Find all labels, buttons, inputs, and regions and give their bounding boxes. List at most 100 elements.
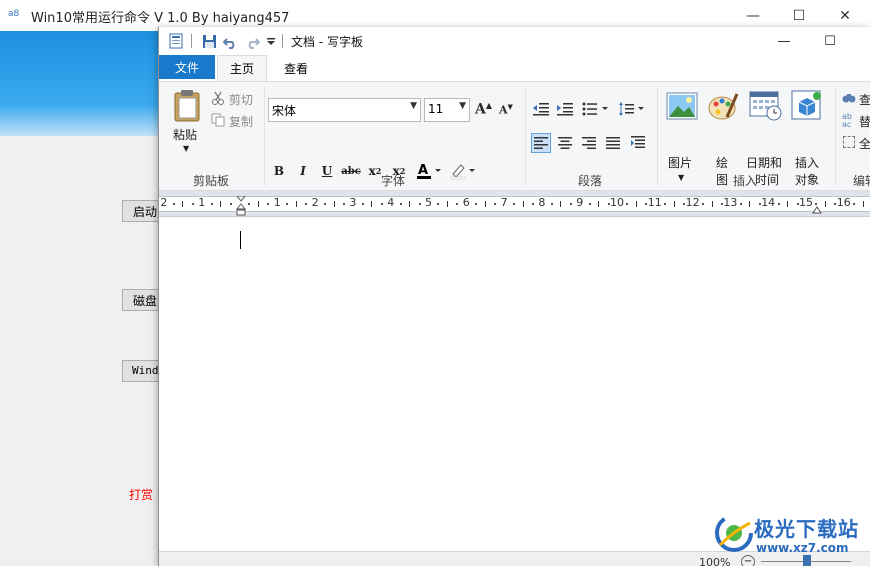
desktop-screen: a8 Win10常用运行命令 V 1.0 By haiyang457 — ☐ ✕… [0,0,870,566]
grow-font-icon[interactable]: A▲ [475,100,492,118]
paint-drawing-button[interactable]: 绘 图 [716,155,728,189]
ruler: 2 1 1 2 3 4 5 6 7 8 9 10 11 12 13 14 15 16 [159,191,870,217]
redo-icon[interactable] [243,32,261,50]
right-indent-marker[interactable] [812,203,822,217]
ruler-tick [739,203,742,205]
ruler-half-tick [446,201,448,207]
ruler-tick [456,203,459,205]
picture-icon[interactable] [666,92,698,123]
paragraph-settings-icon[interactable] [628,133,648,153]
ruler-tick [399,203,402,205]
ruler-tick [229,203,232,205]
font-family-select[interactable]: 宋体 ▼ [268,98,421,122]
ruler-tick [418,203,421,205]
align-left-icon[interactable] [531,133,551,153]
font-size-select[interactable]: 11 ▼ [424,98,470,122]
copy-button[interactable]: 复制 [229,113,253,130]
paint-icon[interactable] [707,91,739,124]
ruler-half-tick [560,201,562,207]
align-right-icon[interactable] [579,133,599,153]
paste-dropdown-icon: ▼ [183,144,190,153]
cut-button[interactable]: 剪切 [229,91,253,108]
align-center-icon[interactable] [555,133,575,153]
ruler-number: 6 [462,196,470,209]
copy-icon [211,113,225,130]
group-divider [525,86,526,186]
ruler-tick [305,203,308,205]
ruler-number: 14 [761,196,776,209]
ruler-half-tick [824,201,826,207]
bold-icon[interactable]: B [269,161,289,181]
group-divider [264,86,265,186]
ruler-half-tick [787,201,789,207]
wordpad-icon[interactable] [167,32,185,50]
paste-label: 粘贴 [173,128,198,142]
ruler-half-tick [295,201,297,207]
watermark-url: www.xz7.com [756,541,849,555]
ruler-tick [361,203,364,205]
line-spacing-icon[interactable] [617,99,647,119]
tab-home[interactable]: 主页 [217,55,267,81]
ribbon: 粘贴 ▼ 剪切 复制 剪贴板 宋体 ▼ 11 ▼ A▲ A▼ B I U abc… [159,81,870,191]
ruler-tick [437,203,440,205]
ribbon-tabs: 文件 主页 查看 [159,55,870,81]
shrink-font-icon[interactable]: A▼ [499,102,513,117]
ruler-number: 12 [685,196,700,209]
ruler-half-tick [749,201,751,207]
cut-icon [211,91,225,108]
save-icon[interactable] [200,32,218,50]
picture-button[interactable]: 图片 [668,155,692,172]
ruler-tick [720,203,723,205]
wordpad-titlebar: 文档 - 写字板 — ☐ [159,27,870,55]
ruler-number: 4 [387,196,395,209]
wordpad-title: 文档 - 写字板 [291,35,363,49]
underline-icon[interactable]: U [317,161,337,181]
object-label-line1: 插入 [795,156,820,170]
select-all-button[interactable]: 全 [859,135,870,152]
ruler-half-tick [673,201,675,207]
ruler-half-tick [182,201,184,207]
replace-button[interactable]: 替 [859,113,870,130]
tab-file[interactable]: 文件 [159,55,215,79]
reward-link[interactable]: 打赏 [129,486,153,503]
font-group-label: 字体 [381,174,406,188]
paste-button[interactable]: 粘贴 ▼ [169,88,205,160]
insert-object-icon[interactable] [791,90,823,125]
ruler-tick [834,203,837,205]
first-line-indent-marker[interactable] [235,195,247,219]
replace-icon: ab ac [842,112,852,129]
decrease-indent-icon[interactable] [531,99,551,119]
insert-object-button[interactable]: 插入 对象 [795,155,819,189]
strikethrough-icon[interactable]: abc [341,161,361,181]
tab-view[interactable]: 查看 [271,55,321,81]
find-button[interactable]: 查 [859,91,870,108]
watermark-title: 极光下载站 [754,517,859,541]
ruler-tick [248,203,251,205]
highlight-color-icon[interactable] [449,161,479,181]
ruler-tick [777,203,780,205]
undo-icon[interactable] [221,32,239,50]
customize-qat-icon[interactable] [264,32,278,50]
bullet-list-icon[interactable] [581,99,611,119]
wordpad-maximize-button[interactable]: ☐ [807,27,853,55]
ruler-half-tick [333,201,335,207]
ruler-half-tick [371,201,373,207]
ruler-half-tick [220,201,222,207]
chevron-down-icon: ▼ [459,101,466,111]
wordpad-minimize-button[interactable]: — [761,27,807,55]
ruler-tick [815,203,818,205]
italic-icon[interactable]: I [293,161,313,181]
ruler-half-tick [635,201,637,207]
chevron-down-icon: ▼ [410,101,417,111]
ruler-tick [607,203,610,205]
group-divider [835,86,836,186]
ruler-tick [267,203,270,205]
datetime-icon[interactable] [749,90,783,125]
justify-icon[interactable] [603,133,623,153]
ruler-half-tick [862,201,864,207]
document-area[interactable] [159,218,870,551]
object-label-line2: 对象 [795,173,820,187]
font-color-icon[interactable]: A [415,161,445,181]
increase-indent-icon[interactable] [555,99,575,119]
datetime-label-line2: 时间 [755,173,780,187]
